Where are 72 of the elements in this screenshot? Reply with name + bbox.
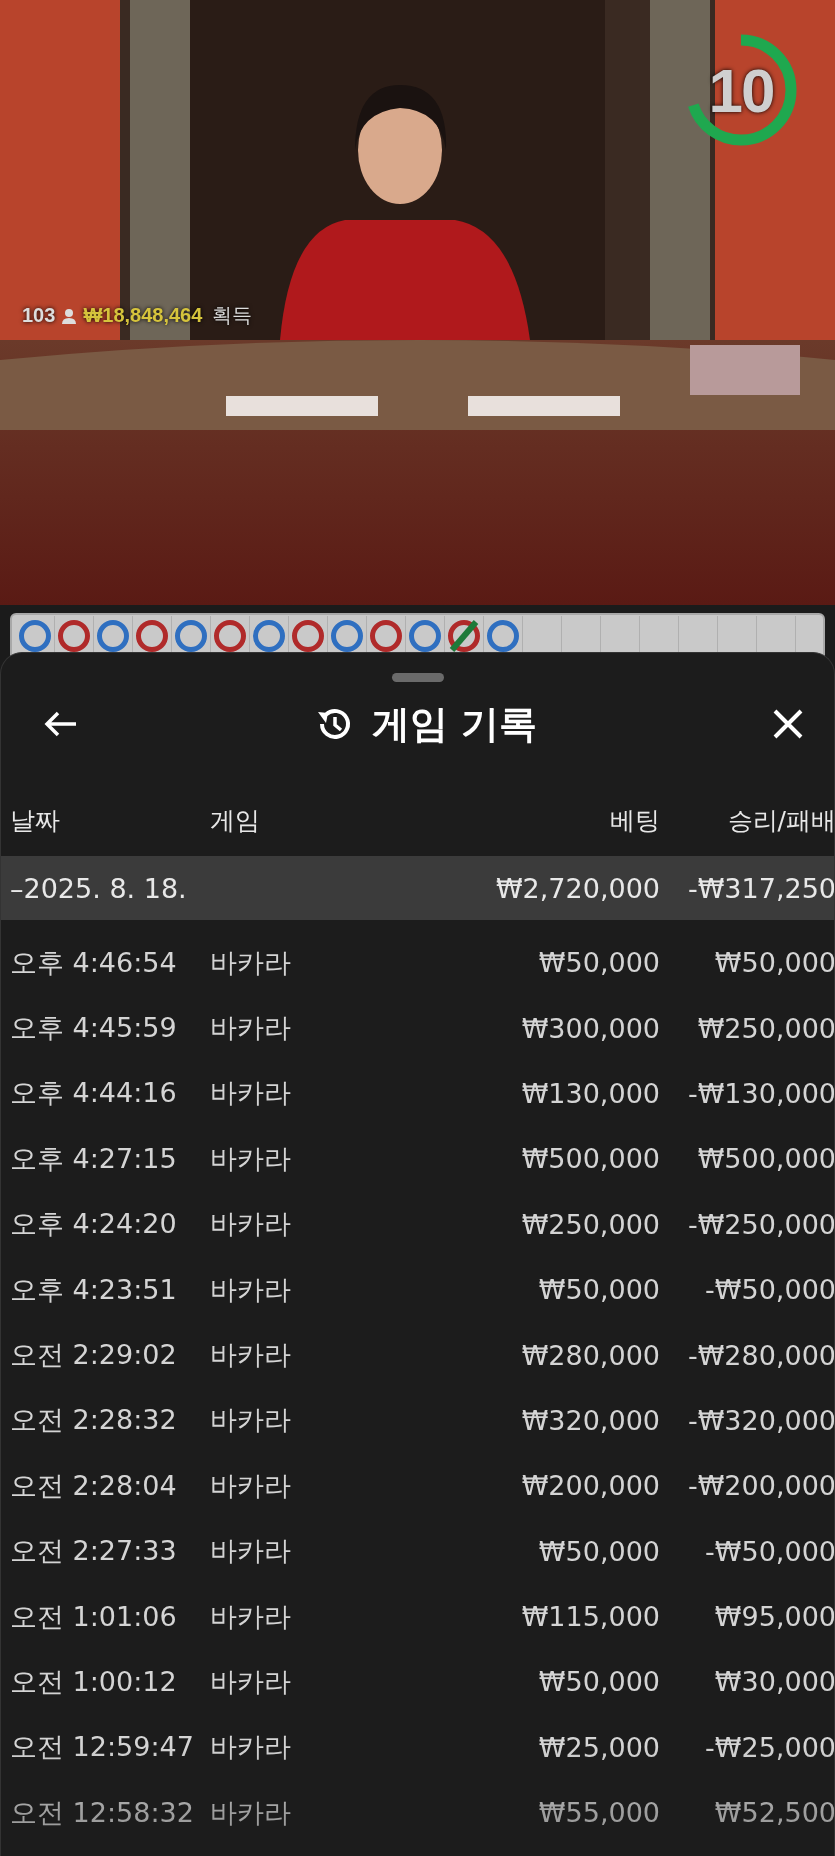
bet-cell-text: ₩50,000 [537,947,660,979]
total-result: -₩317,250 [686,872,835,904]
bet-column-header[interactable]: 베팅 [390,803,660,837]
game-column-header[interactable]: 게임 [210,803,390,837]
time-cell-text: 오후 4:46:54 [9,945,178,980]
game-cell-text: 바카라 [210,1534,292,1569]
date-group-row[interactable]: –2025. 8. 18. ₩2,720,000 -₩317,250 [1,856,834,920]
date-text: 2025. 8. 18. [23,872,187,904]
game-cell-text: 바카라 [210,1076,292,1111]
result-cell-text: -₩320,000 [686,1404,835,1436]
time-cell-text: 오후 4:27:15 [9,1141,178,1176]
game-cell-text: 바카라 [210,1795,292,1830]
game-cell-text: 바카라 [210,1599,292,1634]
time-cell-text: 오전 2:29:02 [9,1338,178,1373]
time-cell-text: 오전 12:58:32 [9,1795,195,1830]
bet-cell-text: ₩130,000 [520,1077,660,1109]
result-column-header[interactable]: 승리/패배 [660,803,835,837]
date-column-header[interactable]: 날짜 [1,803,210,837]
game-cell-text: 바카라 [210,945,292,980]
time-cell-text: 오후 4:24:20 [9,1207,178,1242]
bet-cell-text: ₩50,000 [537,1666,660,1698]
result-cell-text: ₩95,000 [713,1601,835,1633]
game-cell-text: 바카라 [210,1141,292,1176]
game-cell-text: 바카라 [210,1207,292,1242]
game-cell-text: 바카라 [210,1272,292,1307]
time-cell-text: 오후 4:44:16 [9,1076,178,1111]
player-count: 103 [22,304,56,327]
game-cell-text: 바카라 [210,1468,292,1503]
result-cell-text: ₩50,000 [713,947,835,979]
time-cell-text: 오전 2:28:04 [9,1468,178,1503]
drag-handle[interactable] [391,673,444,682]
time-cell-text: 오전 1:01:06 [9,1599,178,1634]
result-cell-text: ₩30,000 [713,1666,835,1698]
result-cell-text: ₩52,500 [713,1797,835,1829]
result-cell-text: -₩130,000 [686,1077,835,1109]
game-cell-text: 바카라 [210,1011,292,1046]
winnings-label: 획득 [212,303,253,328]
back-arrow-icon [43,710,79,738]
result-cell-text: ₩500,000 [696,1143,835,1175]
time-cell-text: 오전 2:28:32 [9,1403,178,1438]
time-cell-text: 오후 4:23:51 [9,1272,178,1307]
bet-cell-text: ₩25,000 [537,1731,660,1763]
result-cell-text: -₩250,000 [686,1208,835,1240]
result-cell-text: -₩200,000 [686,1470,835,1502]
bet-cell-text: ₩300,000 [520,1012,660,1044]
bet-cell-text: ₩200,000 [520,1470,660,1502]
game-cell-text: 바카라 [210,1730,292,1765]
bet-cell-text: ₩55,000 [537,1797,660,1829]
person-icon [61,307,78,324]
result-cell-text: ₩250,000 [696,1012,835,1044]
time-cell-text: 오전 12:59:47 [9,1730,195,1765]
game-cell-text: 바카라 [210,1338,292,1373]
time-cell-text: 오전 1:00:12 [9,1665,178,1699]
result-cell-text: -₩280,000 [686,1339,835,1371]
close-icon [772,708,804,740]
game-cell-text: 바카라 [210,1665,292,1699]
bet-cell-text: ₩115,000 [520,1601,660,1633]
bet-cell-text: ₩500,000 [520,1143,660,1175]
bet-cell-text: ₩280,000 [520,1339,660,1371]
bet-cell-text: ₩50,000 [537,1535,660,1567]
result-cell-text: -₩50,000 [704,1535,835,1567]
game-cell-text: 바카라 [210,1403,292,1438]
collapse-toggle[interactable]: – [10,872,24,904]
time-cell-text: 오후 4:45:59 [9,1011,178,1046]
result-cell-text: -₩25,000 [704,1731,835,1763]
time-cell-text: 오전 2:27:33 [9,1534,178,1569]
result-cell-text: -₩50,000 [704,1274,835,1306]
bet-cell-text: ₩50,000 [537,1274,660,1306]
sheet-title: 게임 기록 [371,700,538,748]
bet-cell-text: ₩320,000 [520,1404,660,1436]
bet-cell-text: ₩250,000 [520,1208,660,1240]
total-bet: ₩2,720,000 [494,872,660,904]
